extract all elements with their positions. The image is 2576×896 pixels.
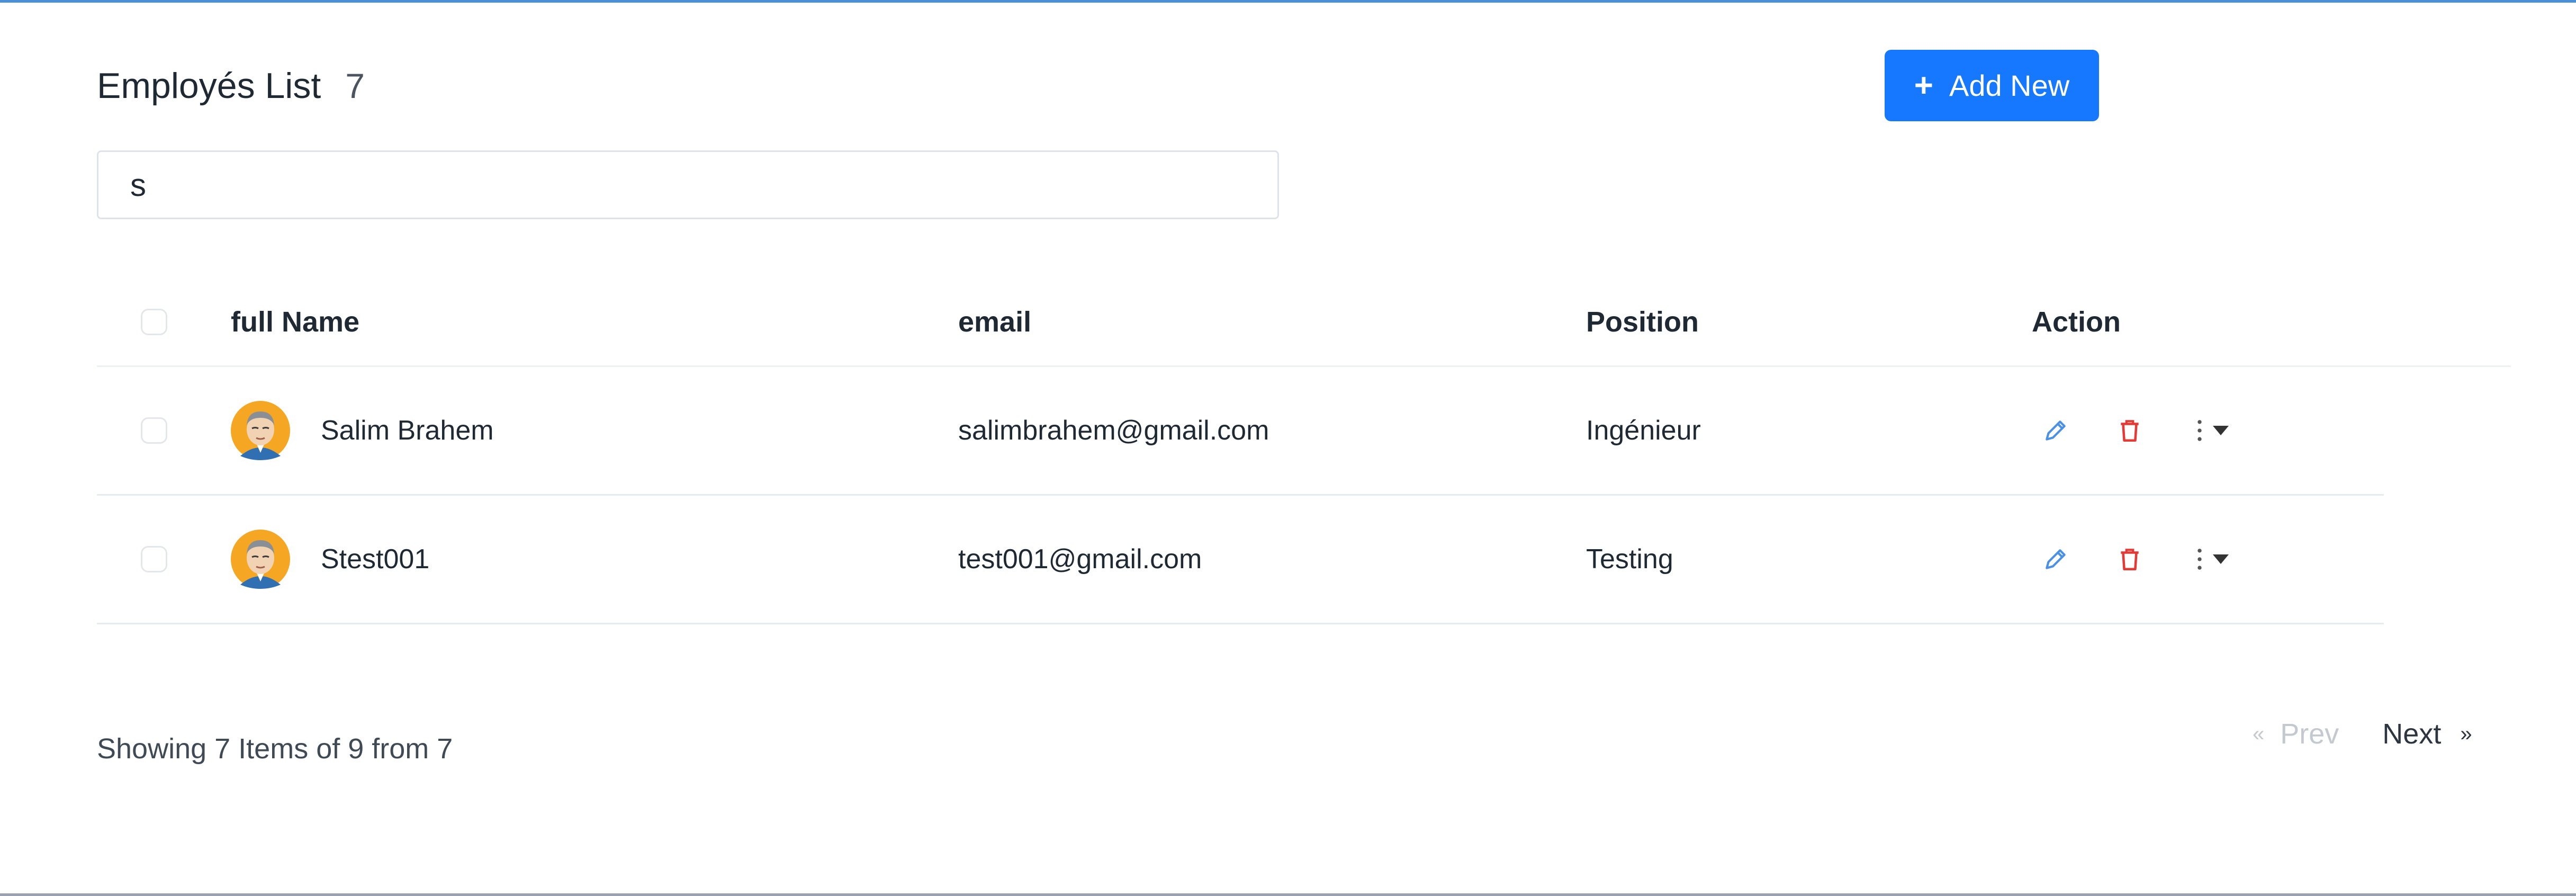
row-check-cell [141,496,167,623]
table-row: Stest001 test001@gmail.com Testing [97,496,2384,624]
edit-icon[interactable] [2032,535,2079,583]
delete-icon[interactable] [2106,407,2154,454]
employee-name: Stest001 [321,544,430,575]
employee-email: test001@gmail.com [958,544,1202,575]
employees-page: Employés List 7 + Add New full Name emai… [0,0,2576,896]
chevron-down-icon [2213,426,2229,435]
chevron-double-right-icon: » [2460,722,2472,746]
kebab-icon [2197,420,2202,441]
name-cell: Salim Brahem [231,367,494,494]
employee-position: Testing [1586,544,1673,575]
pencil-glyph [2046,549,2066,569]
select-all-checkbox[interactable] [141,308,167,335]
search-input[interactable] [97,150,1279,219]
page-header: Employés List 7 [97,65,365,106]
more-actions-dropdown[interactable] [2196,547,2229,571]
plus-icon: + [1914,67,1933,104]
trash-glyph [2121,420,2139,442]
action-cell [2032,367,2229,494]
add-new-button[interactable]: + Add New [1885,50,2099,121]
page-title: Employés List [97,66,321,106]
chevron-double-left-icon: « [2253,722,2265,746]
column-header-email: email [958,306,1032,338]
pencil-glyph [2046,420,2066,441]
row-checkbox[interactable] [141,546,167,572]
avatar-icon [231,401,290,460]
avatar-icon [231,530,290,589]
delete-icon[interactable] [2106,535,2154,583]
prev-label: Prev [2280,718,2339,750]
employee-email: salimbrahem@gmail.com [958,415,1269,446]
prev-page-button[interactable]: « Prev [2253,718,2339,750]
row-checkbox[interactable] [141,417,167,444]
column-header-action: Action [2032,306,2121,338]
action-cell [2032,496,2229,623]
employee-position: Ingénieur [1586,415,1701,446]
employee-count: 7 [345,66,365,105]
pagination: « Prev Next » [2253,718,2472,750]
next-page-button[interactable]: Next » [2382,718,2472,750]
column-header-position: Position [1586,306,1699,338]
add-new-label: Add New [1949,69,2070,102]
more-actions-dropdown[interactable] [2196,418,2229,443]
edit-icon[interactable] [2032,407,2079,454]
next-label: Next [2382,718,2442,750]
name-cell: Stest001 [231,496,429,623]
kebab-icon [2197,549,2202,570]
row-check-cell [141,367,167,494]
employee-name: Salim Brahem [321,415,494,446]
column-header-name: full Name [231,306,360,338]
table-header-row: full Name email Position Action [97,278,2511,367]
chevron-down-icon [2213,554,2229,564]
trash-glyph [2121,549,2139,571]
header-check-cell [141,278,167,365]
pagination-summary: Showing 7 Items of 9 from 7 [97,733,453,765]
table-row: Salim Brahem salimbrahem@gmail.com Ingén… [97,367,2384,496]
